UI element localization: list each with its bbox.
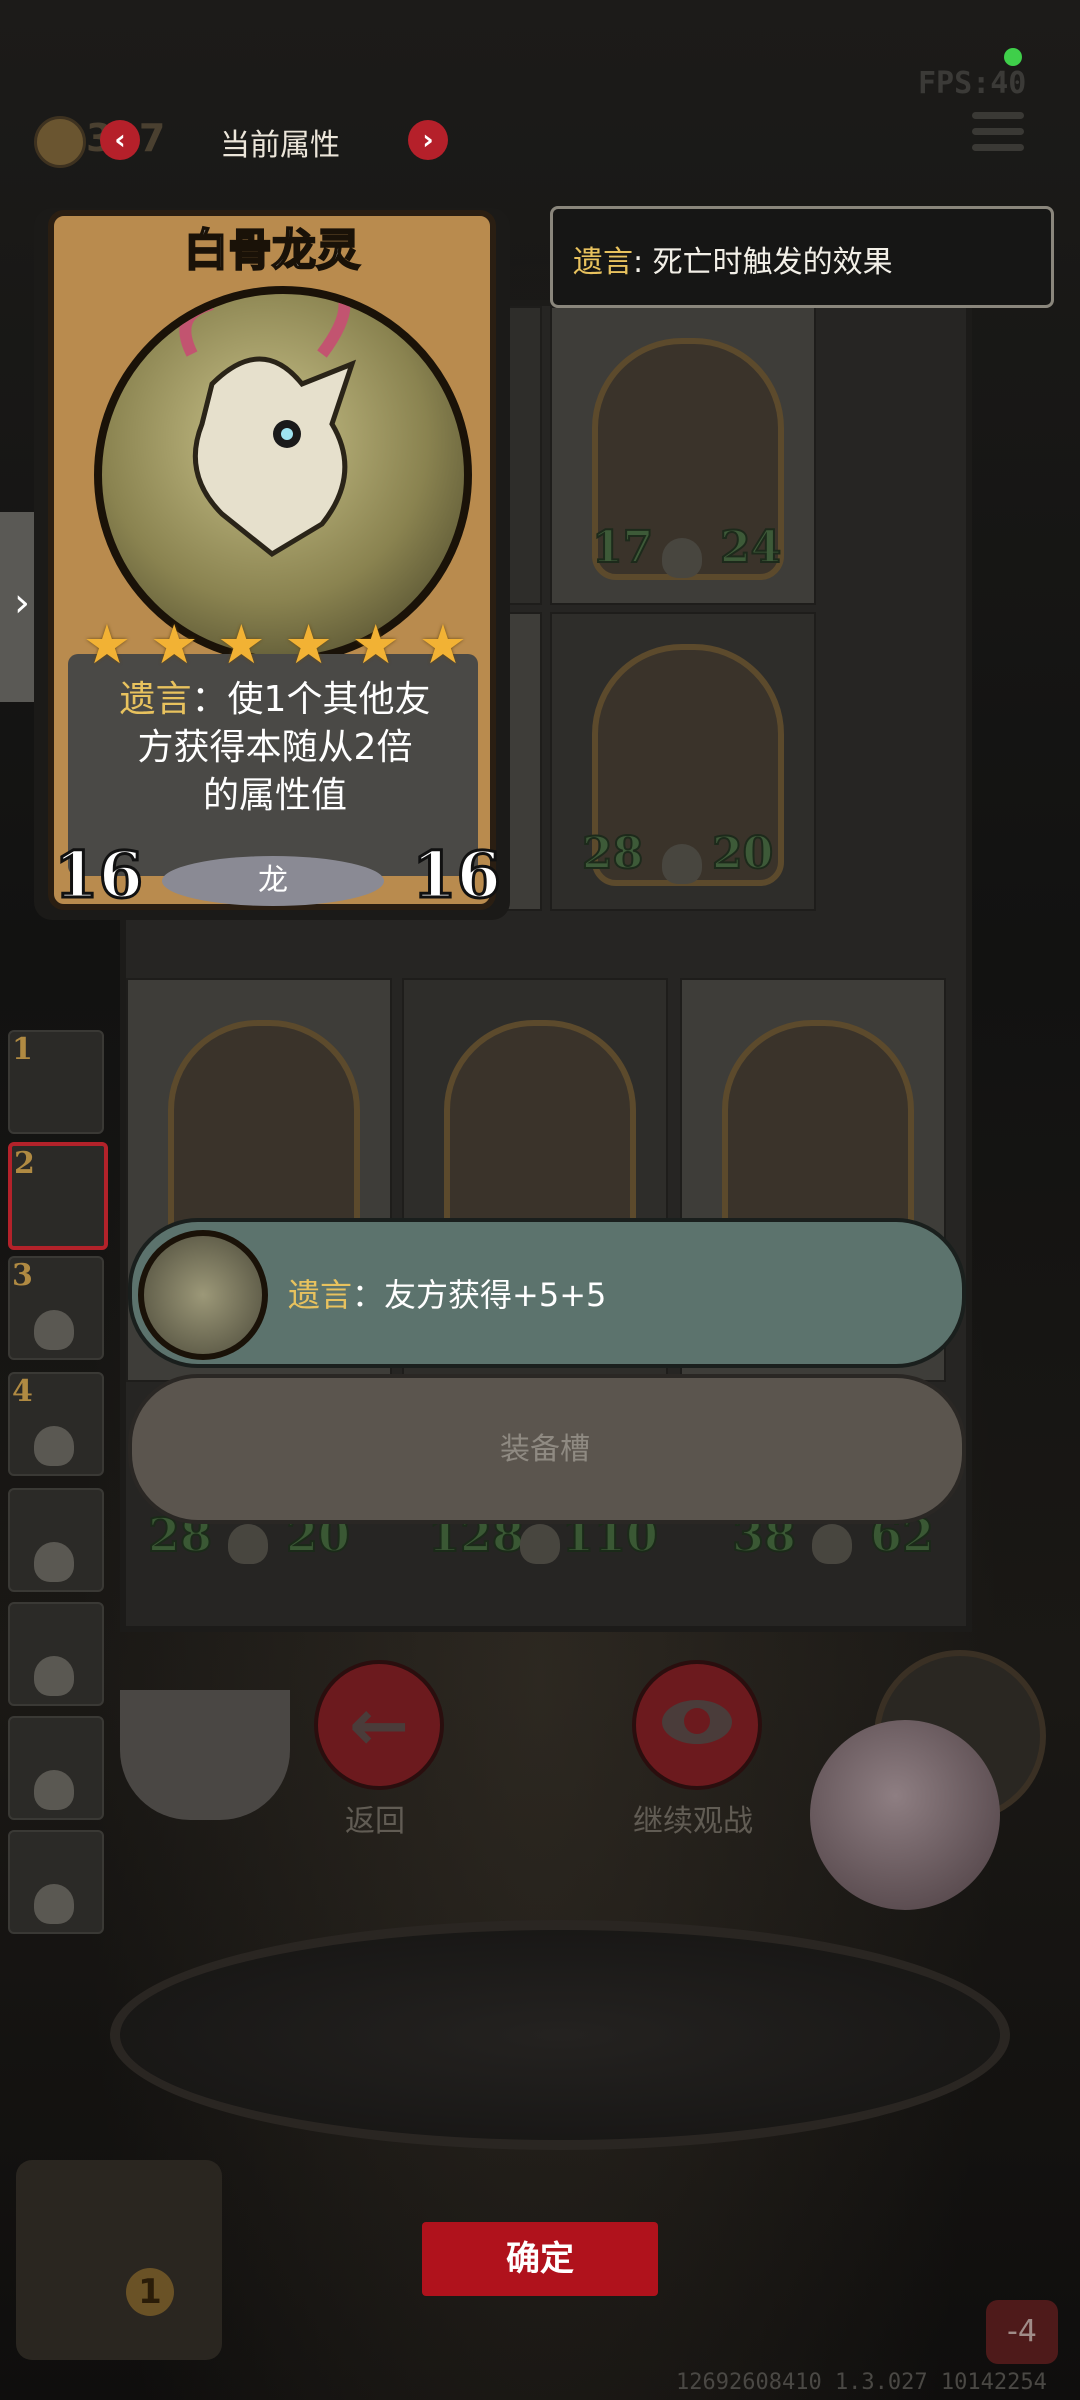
lives-counter: -4 xyxy=(986,2300,1058,2364)
build-info: 12692608410 1.3.027 10142254 xyxy=(676,2370,1047,2395)
board-cell[interactable]: 17 24 xyxy=(550,306,816,605)
queue-number: 3 xyxy=(12,1258,33,1293)
equipment-slot-label: 装备槽 xyxy=(500,1432,590,1467)
minion-attack: 17 xyxy=(591,521,654,574)
skull-icon xyxy=(34,1770,74,1810)
confirm-button[interactable]: 确定 xyxy=(422,2222,658,2296)
star-icon: ★ xyxy=(217,613,266,676)
card-attack: 16 xyxy=(52,837,144,915)
queue-item[interactable]: 2 xyxy=(8,1142,108,1250)
star-icon: ★ xyxy=(284,613,333,676)
card-health: 16 xyxy=(410,837,502,915)
deathrattle-desc: ：友方获得+5+5 xyxy=(352,1276,607,1314)
treasure-chest[interactable]: 1 xyxy=(16,2160,222,2360)
minion-art xyxy=(94,286,472,664)
card-tribe: 龙 xyxy=(162,856,384,906)
minion-attack: 28 xyxy=(581,827,644,880)
game-table xyxy=(110,1920,1010,2150)
star-icon: ★ xyxy=(82,613,132,676)
next-attr-button[interactable]: › xyxy=(408,120,448,160)
card-description: 遗言：使1个其他友 方获得本随从2倍 的属性值 xyxy=(80,676,470,820)
minion-health: 20 xyxy=(711,827,774,880)
skull-icon xyxy=(228,1524,268,1564)
fps-counter: FPS:40 xyxy=(918,66,1027,101)
card-desc-line: 方获得本随从2倍 xyxy=(137,727,413,768)
board-cell[interactable]: 28 20 xyxy=(550,612,816,911)
minion-health: 24 xyxy=(719,521,782,574)
chest-count: 1 xyxy=(126,2268,174,2316)
star-icon: ★ xyxy=(149,613,199,676)
queue-item[interactable]: 3 xyxy=(8,1256,104,1360)
back-button[interactable]: ← xyxy=(314,1660,444,1790)
skull-icon xyxy=(520,1524,560,1564)
tooltip-keyword: 遗言 xyxy=(573,245,633,280)
star-icon: ★ xyxy=(418,613,468,676)
chevron-right-icon: › xyxy=(14,580,30,626)
deathrattle-text: 遗言：友方获得+5+5 xyxy=(288,1270,606,1316)
queue-number: 1 xyxy=(12,1032,33,1067)
queue-item[interactable] xyxy=(8,1602,104,1706)
card-name: 白骨龙灵 xyxy=(183,224,361,277)
queue-item[interactable] xyxy=(8,1830,104,1934)
queue-item[interactable]: 1 xyxy=(8,1030,104,1134)
deathrattle-keyword: 遗言 xyxy=(288,1276,353,1314)
queue-number: 4 xyxy=(12,1374,33,1409)
queue-item[interactable] xyxy=(8,1716,104,1820)
skull-icon xyxy=(34,1542,74,1582)
card-keyword: 遗言 xyxy=(119,679,192,720)
back-label: 返回 xyxy=(345,1804,405,1839)
attr-title: 当前属性 xyxy=(220,128,340,163)
prev-attr-button[interactable]: ‹ xyxy=(100,120,140,160)
deathrattle-icon xyxy=(138,1230,268,1360)
queue-item[interactable] xyxy=(8,1488,104,1592)
watch-button[interactable] xyxy=(632,1660,762,1790)
tooltip-text: : 死亡时触发的效果 xyxy=(633,245,893,280)
bone-dragon-art xyxy=(179,294,357,558)
eye-icon xyxy=(662,1700,732,1744)
skull-icon xyxy=(34,1656,74,1696)
queue-number: 2 xyxy=(14,1146,35,1181)
menu-icon[interactable] xyxy=(972,112,1024,156)
teacup-decoration xyxy=(120,1690,290,1820)
watch-label: 继续观战 xyxy=(633,1804,753,1839)
connection-status-dot xyxy=(1004,48,1022,66)
skull-icon xyxy=(34,1426,74,1466)
skull-icon xyxy=(34,1884,74,1924)
skull-icon xyxy=(662,844,702,884)
card-desc-line: 的属性值 xyxy=(202,775,347,816)
star-rating: ★ ★ ★ ★ ★ ★ xyxy=(80,618,470,674)
star-icon: ★ xyxy=(351,613,400,676)
mascot-character xyxy=(810,1720,1000,1910)
arrow-left-icon: ← xyxy=(348,1683,410,1767)
card-desc-line: ：使1个其他友 xyxy=(191,679,431,720)
coin-icon xyxy=(34,116,86,168)
queue-item[interactable]: 4 xyxy=(8,1372,104,1476)
skull-icon xyxy=(812,1524,852,1564)
skull-icon xyxy=(34,1310,74,1350)
skull-icon xyxy=(662,538,702,578)
keyword-tooltip: 遗言: 死亡时触发的效果 xyxy=(550,206,1054,308)
